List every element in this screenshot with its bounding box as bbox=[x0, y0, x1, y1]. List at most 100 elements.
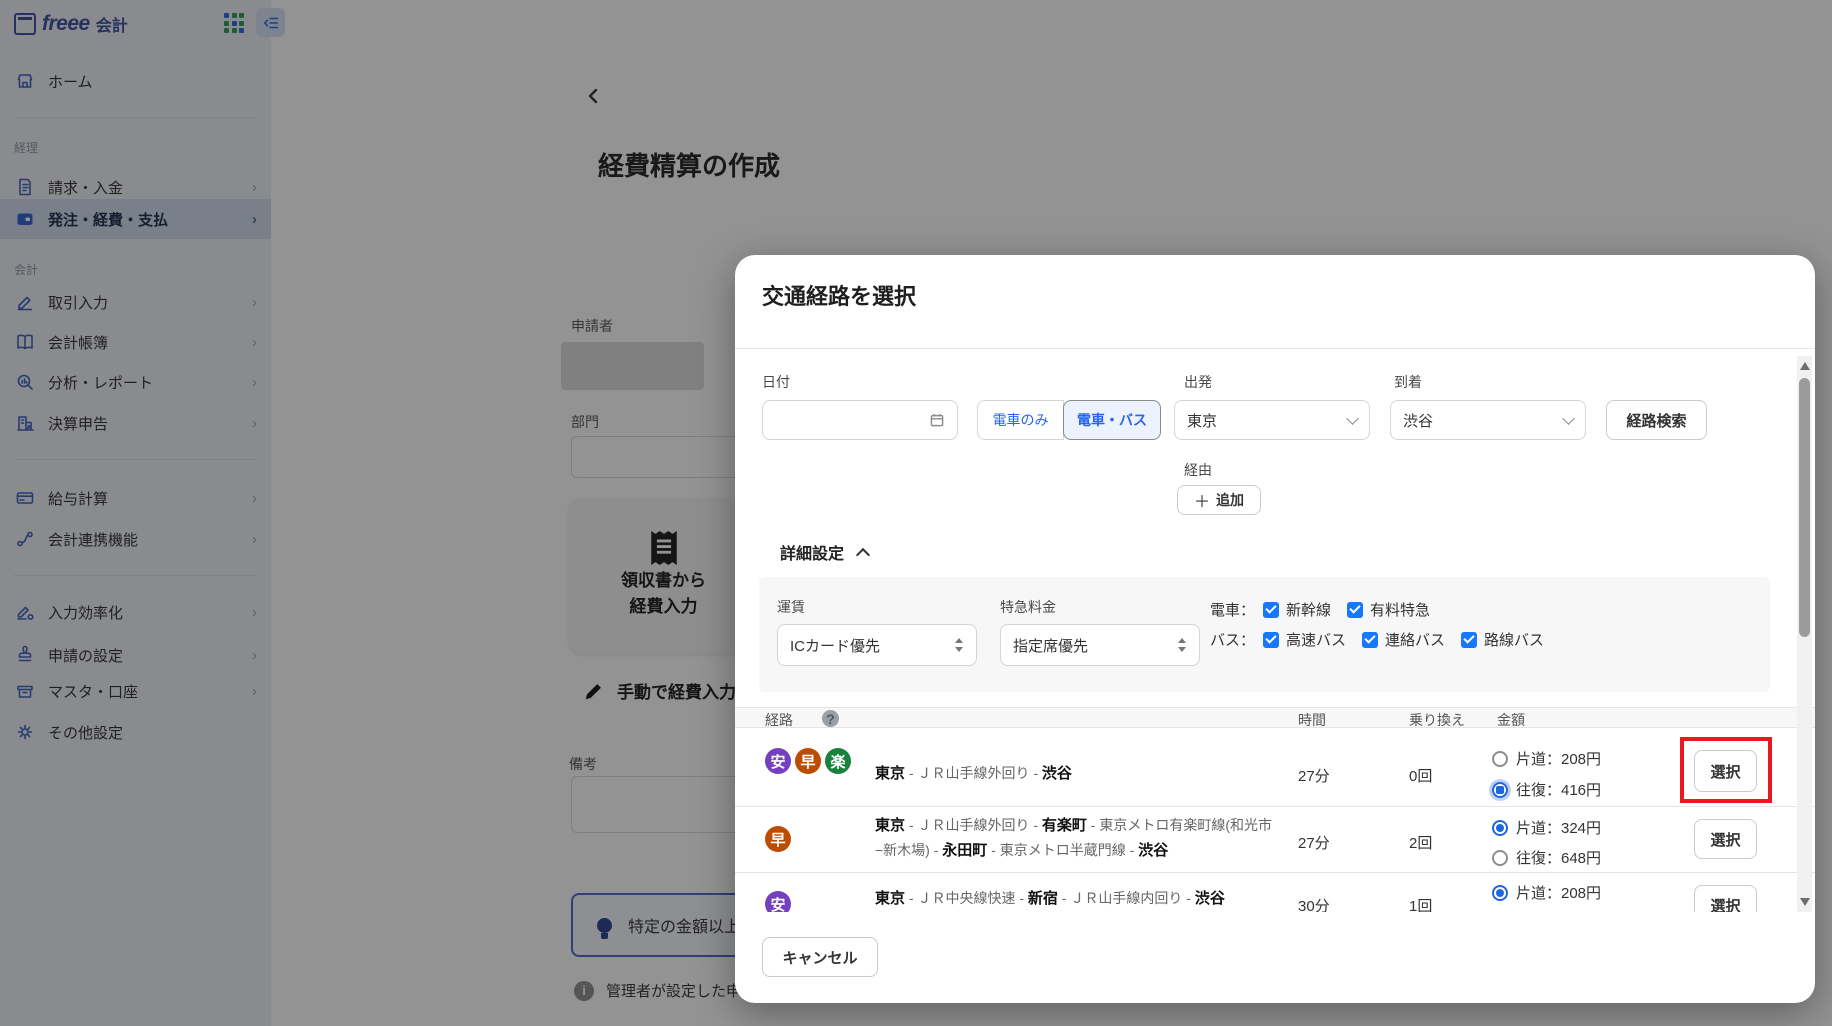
route-station: 新宿 bbox=[1028, 890, 1058, 907]
fare-value: ICカード優先 bbox=[790, 635, 955, 656]
train-prefix-label: 電車： bbox=[1210, 599, 1255, 620]
chevron-down-icon bbox=[1346, 412, 1359, 425]
detail-settings-label: 詳細設定 bbox=[780, 546, 844, 563]
checkbox-checked-icon bbox=[1347, 602, 1363, 618]
checkbox-highway-bus[interactable]: 高速バス bbox=[1263, 629, 1346, 650]
route-station: 永田町 bbox=[942, 842, 987, 859]
checkbox-local-bus[interactable]: 路線バス bbox=[1461, 629, 1544, 650]
arrival-select[interactable]: 渋谷 bbox=[1390, 400, 1586, 440]
arrival-value: 渋谷 bbox=[1403, 410, 1564, 431]
date-input[interactable] bbox=[762, 400, 958, 440]
route-line: - ＪＲ山手線内回り - bbox=[1058, 890, 1195, 906]
spinner-arrows-icon bbox=[955, 638, 964, 652]
select-route-button[interactable]: 選択 bbox=[1694, 885, 1757, 912]
express-fare-select[interactable]: 指定席優先 bbox=[1000, 624, 1200, 666]
help-icon[interactable]: ? bbox=[822, 710, 839, 727]
checkbox-checked-icon bbox=[1263, 602, 1279, 618]
app-window: freee 会計 ホーム 経理 請求・入金 › bbox=[0, 0, 1832, 1026]
bus-prefix-label: バス： bbox=[1210, 629, 1255, 650]
scroll-down-arrow-icon[interactable] bbox=[1800, 898, 1810, 906]
mode-train-bus-button[interactable]: 電車・バス bbox=[1063, 400, 1161, 440]
checkbox-label: 連絡バス bbox=[1385, 629, 1445, 650]
fare-option-round[interactable]: 往復：648円 bbox=[1492, 847, 1601, 868]
route-select-modal: 交通経路を選択 日付 電車のみ 電車・バス 出発 東京 到着 bbox=[735, 255, 1815, 1003]
add-via-label: 追加 bbox=[1216, 490, 1244, 510]
calendar-icon bbox=[929, 412, 945, 428]
chevron-up-icon bbox=[856, 548, 870, 562]
route-table-header: 経路 ? 時間 乗り換え 金額 bbox=[735, 707, 1815, 728]
checkbox-label: 新幹線 bbox=[1286, 599, 1331, 620]
route-description: 東京 - ＪＲ山手線外回り - 有楽町 - 東京メトロ有楽町線(和光市−新木場)… bbox=[875, 813, 1275, 863]
checkbox-label: 有料特急 bbox=[1370, 599, 1430, 620]
route-search-label: 経路検索 bbox=[1626, 410, 1686, 431]
fare-option-oneway[interactable]: 片道：208円 bbox=[1492, 882, 1601, 903]
radio-selected-icon bbox=[1492, 820, 1508, 836]
checkbox-label: 路線バス bbox=[1484, 629, 1544, 650]
route-line: - ＪＲ山手線外回り - bbox=[905, 817, 1042, 833]
route-line: - ＪＲ中央線快速 - bbox=[905, 890, 1028, 906]
detail-settings-panel: 運賃 ICカード優先 特急料金 指定席優先 電車： 新幹線 bbox=[759, 577, 1770, 692]
route-station: 東京 bbox=[875, 765, 905, 782]
select-label: 選択 bbox=[1710, 829, 1740, 850]
scroll-up-arrow-icon[interactable] bbox=[1800, 362, 1810, 370]
detail-settings-toggle[interactable]: 詳細設定 bbox=[780, 540, 868, 564]
route-station: 有楽町 bbox=[1042, 817, 1087, 834]
checkbox-checked-icon bbox=[1461, 632, 1477, 648]
route-station: 東京 bbox=[875, 817, 905, 834]
route-time: 27分 bbox=[1298, 765, 1330, 786]
route-badges: 早 bbox=[765, 826, 791, 852]
select-route-button[interactable]: 選択 bbox=[1694, 750, 1757, 792]
fare-option-oneway[interactable]: 片道：324円 bbox=[1492, 817, 1601, 838]
badge-fast: 早 bbox=[765, 826, 791, 852]
fare-label: 片道：324円 bbox=[1516, 817, 1601, 838]
fare-select[interactable]: ICカード優先 bbox=[777, 624, 977, 666]
route-line: - ＪＲ山手線外回り - bbox=[905, 765, 1042, 781]
badge-fast: 早 bbox=[795, 748, 821, 774]
badge-comfort: 楽 bbox=[825, 748, 851, 774]
mode-train-only-button[interactable]: 電車のみ bbox=[977, 400, 1064, 440]
fare-option-round[interactable]: 往復：416円 bbox=[1492, 779, 1601, 800]
route-search-button[interactable]: 経路検索 bbox=[1606, 400, 1707, 440]
modal-scrollbar[interactable] bbox=[1797, 356, 1812, 912]
express-fare-label: 特急料金 bbox=[1000, 597, 1056, 617]
radio-unselected-icon bbox=[1492, 751, 1508, 767]
route-station: 渋谷 bbox=[1042, 765, 1072, 782]
departure-select[interactable]: 東京 bbox=[1174, 400, 1370, 440]
route-transfers: 0回 bbox=[1409, 765, 1432, 786]
badge-cheap: 安 bbox=[765, 891, 791, 912]
radio-selected-icon bbox=[1492, 782, 1508, 798]
checkbox-connecting-bus[interactable]: 連絡バス bbox=[1362, 629, 1445, 650]
fare-label: 往復：648円 bbox=[1516, 847, 1601, 868]
arrival-label: 到着 bbox=[1394, 372, 1422, 392]
route-row-1: 安 早 楽 東京 - ＪＲ山手線外回り - 渋谷 27分 0回 片道：208円 … bbox=[735, 727, 1815, 807]
radio-selected-icon bbox=[1492, 885, 1508, 901]
plus-icon: ＋ bbox=[1194, 488, 1210, 512]
spinner-arrows-icon bbox=[1178, 638, 1187, 652]
route-time: 27分 bbox=[1298, 832, 1330, 853]
cancel-button[interactable]: キャンセル bbox=[762, 937, 878, 977]
express-fare-value: 指定席優先 bbox=[1013, 635, 1178, 656]
badge-cheap: 安 bbox=[765, 748, 791, 774]
fare-option-oneway[interactable]: 片道：208円 bbox=[1492, 748, 1601, 769]
modal-title: 交通経路を選択 bbox=[762, 279, 916, 311]
checkbox-paid-express[interactable]: 有料特急 bbox=[1347, 599, 1430, 620]
add-via-button[interactable]: ＋ 追加 bbox=[1177, 485, 1261, 515]
fare-label: 往復：416円 bbox=[1516, 779, 1601, 800]
checkbox-label: 高速バス bbox=[1286, 629, 1346, 650]
fare-label: 片道：208円 bbox=[1516, 882, 1601, 903]
select-label: 選択 bbox=[1710, 895, 1740, 913]
departure-label: 出発 bbox=[1184, 372, 1212, 392]
cancel-label: キャンセル bbox=[782, 947, 857, 968]
select-route-button[interactable]: 選択 bbox=[1694, 819, 1757, 859]
chevron-down-icon bbox=[1562, 412, 1575, 425]
bus-options-row: バス： 高速バス 連絡バス 路線バス bbox=[1210, 629, 1552, 650]
route-line: - 東京メトロ半蔵門線 - bbox=[987, 842, 1138, 858]
checkbox-shinkansen[interactable]: 新幹線 bbox=[1263, 599, 1331, 620]
modal-scroll-area: 日付 電車のみ 電車・バス 出発 東京 到着 渋谷 bbox=[735, 348, 1815, 912]
route-station: 渋谷 bbox=[1195, 890, 1225, 907]
radio-unselected-icon bbox=[1492, 850, 1508, 866]
scrollbar-thumb[interactable] bbox=[1799, 378, 1810, 637]
train-options-row: 電車： 新幹線 有料特急 bbox=[1210, 599, 1438, 620]
route-transfers: 1回 bbox=[1409, 895, 1432, 912]
route-row-3: 安 東京 - ＪＲ中央線快速 - 新宿 - ＪＲ山手線内回り - 渋谷 30分 … bbox=[735, 873, 1815, 912]
